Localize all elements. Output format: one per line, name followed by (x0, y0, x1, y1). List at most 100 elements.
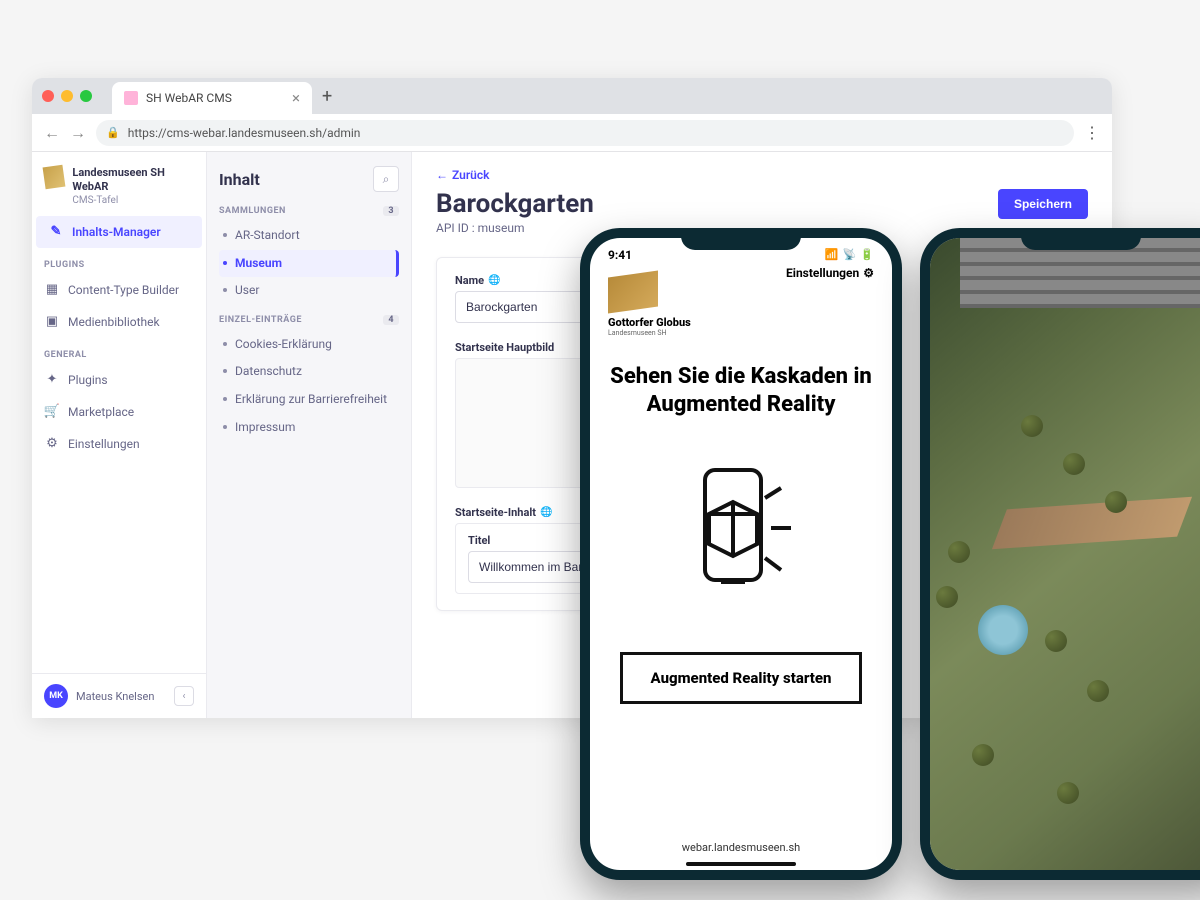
nav-label: Marketplace (68, 405, 134, 419)
back-label: Zurück (452, 168, 489, 182)
start-ar-button[interactable]: Augmented Reality starten (620, 652, 862, 704)
phone-notch (1021, 228, 1141, 250)
layout-icon: ▦ (44, 282, 60, 298)
phone-notch (681, 228, 801, 250)
section-general-label: GENERAL (32, 338, 206, 364)
collection-item-ar-standort[interactable]: AR-Standort (219, 222, 399, 250)
single-item-cookies[interactable]: Cookies-Erklärung (219, 331, 399, 359)
user-name: Mateus Knelsen (76, 690, 154, 703)
nav-settings[interactable]: ⚙ Einstellungen (32, 428, 206, 460)
app-logo-icon (608, 270, 658, 313)
nav-content-type-builder[interactable]: ▦ Content-Type Builder (32, 274, 206, 306)
single-item-datenschutz[interactable]: Datenschutz (219, 358, 399, 386)
content-list-panel: Inhalt ⌕ SAMMLUNGEN 3 AR-Standort Museum… (207, 152, 412, 718)
gear-icon: ⚙ (44, 436, 60, 452)
globe-icon: 🌐 (540, 507, 552, 518)
phone-footer-url: webar.landesmuseen.sh (608, 835, 874, 856)
label-text: Startseite-Inhalt (455, 506, 536, 519)
primary-sidebar: Landesmuseen SH WebAR CMS-Tafel ✎ Inhalt… (32, 152, 207, 718)
ar-walkway (992, 497, 1192, 549)
window-controls (42, 90, 92, 102)
browser-tab-strip: SH WebAR CMS × + (32, 78, 1112, 114)
nav-marketplace[interactable]: 🛒 Marketplace (32, 396, 206, 428)
home-indicator[interactable] (686, 862, 796, 866)
ar-hedge (1105, 491, 1127, 513)
minimize-window-button[interactable] (61, 90, 73, 102)
close-tab-icon[interactable]: × (292, 89, 300, 107)
tab-title: SH WebAR CMS (146, 91, 232, 105)
app-logo-block: Gottorfer Globus Landesmuseen SH (608, 274, 874, 337)
ar-hedge (1087, 680, 1109, 702)
image-icon: ▣ (44, 314, 60, 330)
nav-label: Content-Type Builder (68, 283, 179, 297)
pencil-icon: ✎ (48, 224, 64, 240)
save-button[interactable]: Speichern (998, 189, 1088, 219)
app-logo-title: Gottorfer Globus (608, 316, 691, 329)
forward-button[interactable]: → (70, 123, 86, 143)
group-collections-label: SAMMLUNGEN 3 (219, 206, 399, 216)
phone-mockup-ar (920, 228, 1200, 880)
group-single-label: EINZEL-EINTRÄGE 4 (219, 315, 399, 325)
avatar: MK (44, 684, 68, 708)
org-header: Landesmuseen SH WebAR CMS-Tafel (32, 152, 206, 216)
page-title: Barockgarten (436, 189, 594, 219)
arrow-left-icon: ← (436, 168, 448, 182)
ar-hedge (1057, 782, 1079, 804)
single-item-impressum[interactable]: Impressum (219, 414, 399, 442)
user-footer[interactable]: MK Mateus Knelsen ‹ (32, 673, 206, 718)
globe-icon: 🌐 (488, 275, 500, 286)
battery-icon: 🔋 (860, 248, 874, 262)
new-tab-button[interactable]: + (322, 86, 332, 107)
lock-icon: 🔒 (106, 126, 120, 139)
collection-item-museum[interactable]: Museum (219, 250, 399, 278)
collapse-sidebar-button[interactable]: ‹ (174, 686, 194, 706)
favicon-icon (124, 91, 138, 105)
nav-plugins[interactable]: ✦ Plugins (32, 364, 206, 396)
phone-screen: 9:41 📶 📡 🔋 Einstellungen ⚙ Gottorfer Glo… (590, 238, 892, 870)
ar-hedge (948, 541, 970, 563)
single-item-barrierefreiheit[interactable]: Erklärung zur Barrierefreiheit (219, 386, 399, 414)
ar-hedge (1021, 415, 1043, 437)
wifi-icon: 📡 (843, 248, 857, 262)
org-subtitle: CMS-Tafel (72, 195, 194, 206)
nav-media-library[interactable]: ▣ Medienbibliothek (32, 306, 206, 338)
api-id-label: API ID : museum (436, 221, 594, 235)
search-button[interactable]: ⌕ (373, 166, 399, 192)
nav-label: Plugins (68, 373, 108, 387)
nav-label: Inhalts-Manager (72, 225, 161, 239)
cart-icon: 🛒 (44, 404, 60, 420)
browser-tab[interactable]: SH WebAR CMS × (112, 82, 312, 114)
app-logo-subtitle: Landesmuseen SH (608, 329, 667, 337)
group-label-text: SAMMLUNGEN (219, 206, 286, 216)
ar-hedge (972, 744, 994, 766)
org-logo-icon (43, 165, 66, 190)
status-time: 9:41 (608, 248, 632, 262)
back-button[interactable]: ← (44, 123, 60, 143)
label-text: Startseite Hauptbild (455, 341, 554, 354)
ar-fountain (978, 605, 1028, 655)
nav-content-manager[interactable]: ✎ Inhalts-Manager (36, 216, 202, 248)
ar-hedge (1045, 630, 1067, 652)
back-link[interactable]: ← Zurück (436, 168, 489, 182)
phone-screen (930, 238, 1200, 870)
group-label-text: EINZEL-EINTRÄGE (219, 315, 302, 325)
url-bar[interactable]: 🔒 https://cms-webar.landesmuseen.sh/admi… (96, 120, 1074, 146)
maximize-window-button[interactable] (80, 90, 92, 102)
app-headline: Sehen Sie die Kaskaden in Augmented Real… (608, 363, 874, 418)
org-name: Landesmuseen SH WebAR (72, 166, 194, 195)
nav-label: Einstellungen (68, 437, 140, 451)
count-badge: 4 (383, 315, 399, 325)
nav-label: Medienbibliothek (68, 315, 160, 329)
panel-title: Inhalt (219, 170, 260, 189)
search-icon: ⌕ (383, 172, 390, 187)
url-text: https://cms-webar.landesmuseen.sh/admin (128, 126, 361, 140)
browser-toolbar: ← → 🔒 https://cms-webar.landesmuseen.sh/… (32, 114, 1112, 152)
phone-mockup-app: 9:41 📶 📡 🔋 Einstellungen ⚙ Gottorfer Glo… (580, 228, 902, 880)
signal-icon: 📶 (825, 248, 839, 262)
section-plugins-label: PLUGINS (32, 248, 206, 274)
close-window-button[interactable] (42, 90, 54, 102)
ar-hedge (1063, 453, 1085, 475)
puzzle-icon: ✦ (44, 372, 60, 388)
collection-item-user[interactable]: User (219, 277, 399, 305)
browser-menu-icon[interactable]: ⋮ (1084, 123, 1100, 142)
